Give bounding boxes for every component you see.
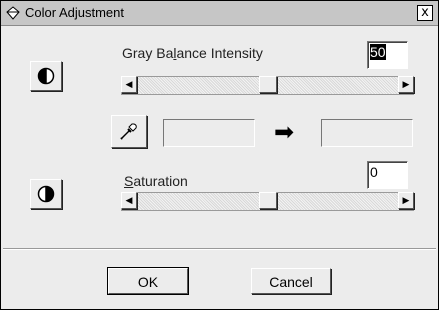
title-bar: Color Adjustment x	[1, 1, 438, 26]
saturation-icon	[37, 185, 55, 203]
gray-balance-value: 50	[370, 44, 386, 60]
saturation-slider-thumb[interactable]	[259, 192, 277, 209]
gray-balance-intensity-field[interactable]: 50	[367, 41, 408, 69]
gray-balance-icon	[37, 67, 55, 85]
separator	[3, 248, 436, 250]
gray-balance-slider-thumb[interactable]	[259, 76, 277, 93]
close-button[interactable]: x	[417, 5, 433, 21]
scroll-right-arrow-icon[interactable]: ▶	[398, 192, 414, 209]
arrow-right-icon: ➡	[274, 118, 295, 146]
window-title: Color Adjustment	[25, 5, 124, 20]
scroll-left-arrow-icon[interactable]: ◀	[121, 192, 137, 209]
saturation-field[interactable]: 0	[367, 161, 408, 189]
eyedropper-icon	[120, 123, 137, 140]
source-color-box	[163, 119, 255, 147]
saturation-label: Saturation	[124, 173, 188, 189]
scroll-left-arrow-icon[interactable]: ◀	[121, 76, 137, 93]
saturation-icon-button[interactable]	[30, 179, 62, 209]
target-color-box	[321, 119, 413, 147]
gray-balance-label: Gray Balance Intensity	[122, 45, 263, 61]
app-icon	[6, 6, 20, 20]
gray-balance-slider[interactable]: ◀ ▶	[121, 76, 414, 95]
ok-button[interactable]: OK	[107, 267, 189, 295]
scroll-right-arrow-icon[interactable]: ▶	[398, 76, 414, 93]
cancel-button[interactable]: Cancel	[251, 268, 331, 294]
eyedropper-button[interactable]	[111, 115, 147, 148]
color-adjustment-dialog: Color Adjustment x Gray Balance Intensit…	[0, 0, 439, 310]
gray-balance-icon-button[interactable]	[30, 61, 62, 91]
saturation-slider[interactable]: ◀ ▶	[121, 192, 414, 211]
saturation-value: 0	[370, 164, 378, 180]
